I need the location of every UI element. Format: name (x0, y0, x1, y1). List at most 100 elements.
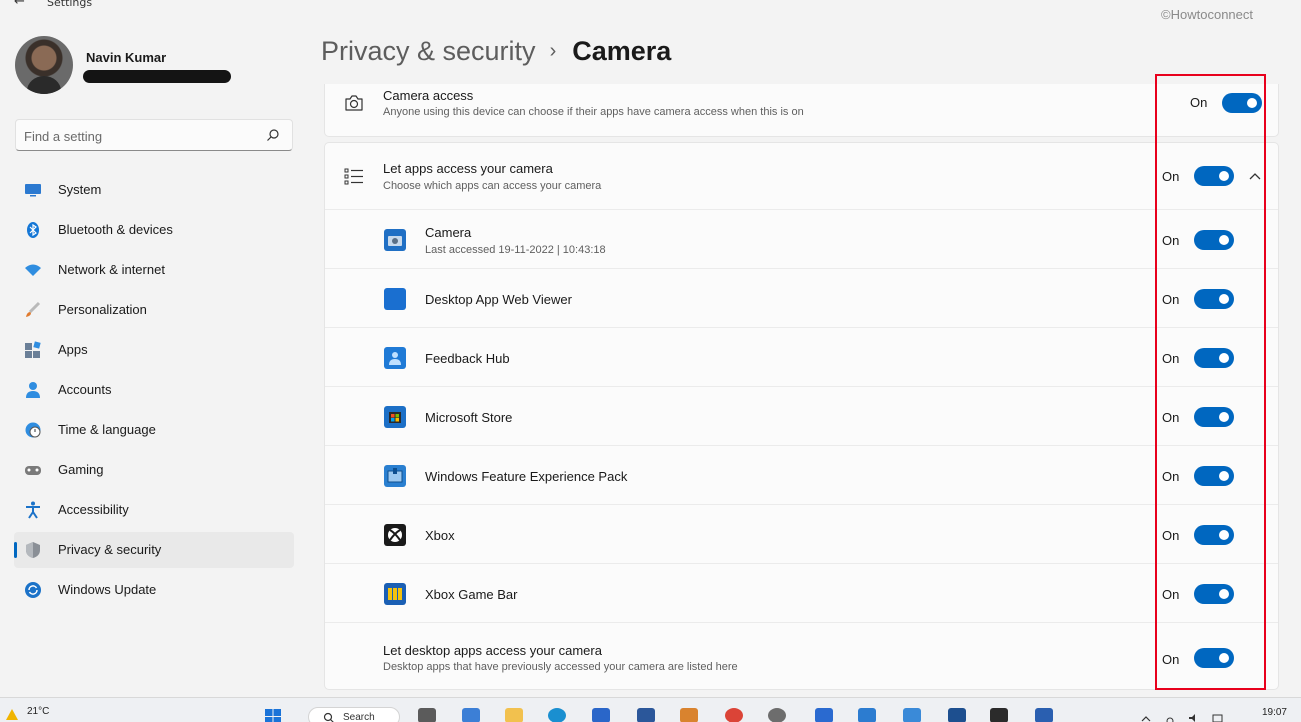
app-state: On (1162, 528, 1180, 543)
sidebar-item-personalization[interactable]: Personalization (14, 292, 294, 328)
game-bar-icon (384, 583, 406, 605)
app-toggle-feedback-hub[interactable] (1194, 348, 1234, 368)
sidebar-item-bluetooth[interactable]: Bluetooth & devices (14, 212, 294, 248)
redacted-email (83, 70, 231, 83)
taskbar-search[interactable]: Search (308, 707, 400, 722)
brush-icon (26, 301, 41, 317)
camera-access-toggle[interactable] (1222, 93, 1262, 113)
app-toggle-xbox-game-bar[interactable] (1194, 584, 1234, 604)
taskbar: 21°C Search 19:07 (0, 697, 1301, 722)
app-state: On (1162, 469, 1180, 484)
user-name: Navin Kumar (86, 50, 167, 65)
sidebar-item-accounts[interactable]: Accounts (14, 372, 294, 408)
app-name: Feedback Hub (425, 351, 510, 366)
sidebar-item-privacy-security[interactable]: Privacy & security (14, 532, 294, 568)
bluetooth-icon (27, 222, 39, 238)
weather-icon[interactable] (5, 707, 19, 721)
update-icon (25, 582, 41, 598)
apps-access-card: Let apps access your camera Choose which… (324, 142, 1279, 690)
chevron-up-icon[interactable] (1249, 172, 1261, 180)
camera-access-title: Camera access (383, 88, 474, 103)
task-view-icon[interactable] (418, 708, 436, 722)
breadcrumb: Privacy & security › Camera (321, 36, 671, 67)
camera-access-subtitle: Anyone using this device can choose if t… (383, 106, 804, 118)
edge-icon[interactable] (548, 708, 566, 722)
battery-icon[interactable] (1212, 713, 1224, 722)
sidebar-item-network[interactable]: Network & internet (14, 252, 294, 288)
gamepad-icon (25, 466, 41, 475)
desktop-apps-subtitle: Desktop apps that have previously access… (383, 661, 738, 673)
sidebar-item-gaming[interactable]: Gaming (14, 452, 294, 488)
apps-access-title: Let apps access your camera (383, 161, 553, 176)
app-toggle-microsoft-store[interactable] (1194, 407, 1234, 427)
back-arrow-icon[interactable]: ← (14, 0, 25, 9)
apps-access-toggle[interactable] (1194, 166, 1234, 186)
app-icon-dark[interactable] (990, 708, 1008, 722)
sidebar-item-accessibility[interactable]: Accessibility (14, 492, 294, 528)
app-name: Xbox Game Bar (425, 587, 518, 602)
app-toggle-web-viewer[interactable] (1194, 289, 1234, 309)
clock[interactable]: 19:07 (1262, 707, 1287, 718)
sidebar-item-label: Personalization (58, 302, 147, 317)
search-input[interactable] (24, 126, 259, 146)
app-row-feedback-hub: Feedback Hub On (325, 328, 1278, 387)
photos-icon[interactable] (858, 708, 876, 722)
shield-icon (26, 542, 40, 558)
chrome-icon[interactable] (725, 708, 743, 722)
desktop-apps-toggle[interactable] (1194, 648, 1234, 668)
wifi-icon[interactable] (1164, 713, 1176, 722)
chevron-up-tray-icon[interactable] (1140, 713, 1152, 722)
store-taskbar-icon[interactable] (592, 708, 610, 722)
paint-icon[interactable] (680, 708, 698, 722)
sidebar-item-apps[interactable]: Apps (14, 332, 294, 368)
app-toggle-feature-pack[interactable] (1194, 466, 1234, 486)
app-row-microsoft-store: Microsoft Store On (325, 387, 1278, 446)
volume-muted-icon[interactable] (1188, 713, 1200, 722)
taskbar-search-icon (323, 712, 334, 722)
sidebar-item-label: Windows Update (58, 582, 157, 597)
sidebar-item-time-language[interactable]: Time & language (14, 412, 294, 448)
temperature: 21°C (27, 706, 50, 717)
solitaire-icon[interactable] (1035, 708, 1053, 722)
file-explorer-icon[interactable] (505, 708, 523, 722)
desktop-apps-access-row: Let desktop apps access your camera Desk… (325, 623, 1278, 689)
sidebar-item-label: Time & language (58, 422, 156, 437)
network-icon (25, 264, 41, 276)
breadcrumb-parent[interactable]: Privacy & security (321, 36, 536, 66)
system-icon (25, 184, 41, 197)
app-row-camera: Camera Last accessed 19-11-2022 | 10:43:… (325, 210, 1278, 269)
app-state: On (1162, 292, 1180, 307)
apps-access-row[interactable]: Let apps access your camera Choose which… (325, 143, 1278, 210)
terminal-icon[interactable] (948, 708, 966, 722)
camera-icon (345, 95, 363, 111)
camera-access-state: On (1190, 95, 1208, 110)
app-toggle-xbox[interactable] (1194, 525, 1234, 545)
watermark: ©Howtoconnect (1161, 7, 1253, 22)
app-state: On (1162, 233, 1180, 248)
desktop-apps-title: Let desktop apps access your camera (383, 643, 602, 658)
sidebar-item-label: Network & internet (58, 262, 165, 277)
window-title: Settings (47, 0, 93, 9)
app-last-accessed: Last accessed 19-11-2022 | 10:43:18 (425, 244, 606, 256)
avatar[interactable] (15, 36, 73, 94)
app-icon-generic[interactable] (903, 708, 921, 722)
app-name: Camera (425, 225, 472, 240)
chat-icon[interactable] (462, 708, 480, 722)
sidebar-item-system[interactable]: System (14, 172, 294, 208)
feature-pack-icon (384, 465, 406, 487)
network-tool-icon[interactable] (815, 708, 833, 722)
xbox-icon (384, 524, 406, 546)
apps-access-subtitle: Choose which apps can access your camera (383, 180, 602, 192)
sidebar-item-windows-update[interactable]: Windows Update (14, 572, 294, 608)
sidebar-item-label: System (58, 182, 102, 197)
start-icon[interactable] (264, 708, 282, 722)
sidebar-nav: System Bluetooth & devices Network & int… (14, 172, 294, 612)
word-icon[interactable] (637, 708, 655, 722)
apps-icon (25, 341, 41, 358)
settings-gear-icon[interactable] (768, 708, 786, 722)
camera-app-icon (384, 229, 406, 251)
app-name: Microsoft Store (425, 410, 513, 425)
app-name: Windows Feature Experience Pack (425, 469, 628, 484)
search-icon[interactable] (266, 128, 280, 142)
app-toggle-camera[interactable] (1194, 230, 1234, 250)
